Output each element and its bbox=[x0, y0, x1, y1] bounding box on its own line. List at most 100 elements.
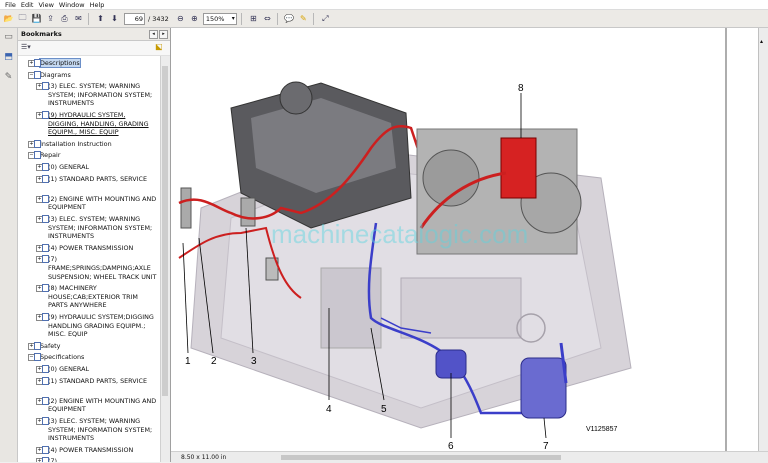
bookmark-page-icon bbox=[42, 163, 49, 171]
bookmark-label: Installation Instruction bbox=[40, 139, 112, 148]
fit-page-icon[interactable]: ⊞ bbox=[248, 13, 259, 24]
new-bookmark-icon[interactable]: ⬕ bbox=[155, 42, 163, 51]
open-folder-icon[interactable]: 🗀 bbox=[17, 13, 28, 24]
email-icon[interactable]: ✉ bbox=[73, 13, 84, 24]
next-page-icon[interactable]: ⬇ bbox=[109, 13, 120, 24]
bookmark-label: (7) FRAME;SPRINGS;DAMPING;AXLE SUSPENSIO… bbox=[48, 255, 157, 281]
bookmark-item[interactable]: + (3) ELEC. SYSTEM; WARNING SYSTEM; INFOR… bbox=[36, 215, 157, 241]
collapse-panel-icon[interactable]: ◂ bbox=[149, 30, 158, 39]
bookmarks-scrollbar[interactable] bbox=[160, 56, 170, 462]
bookmarks-icon[interactable]: ⬒ bbox=[3, 52, 14, 63]
menu-file[interactable]: File bbox=[5, 1, 16, 9]
bookmark-item[interactable]: − Diagrams bbox=[28, 70, 157, 80]
menu-help[interactable]: Help bbox=[90, 1, 105, 9]
document-scrollbar[interactable]: ▴ bbox=[758, 28, 768, 451]
page-number-input[interactable]: 69 bbox=[124, 12, 145, 25]
bookmark-page-icon bbox=[42, 313, 49, 321]
page-count: / 3432 bbox=[148, 14, 169, 23]
comment-icon[interactable]: 💬 bbox=[284, 13, 295, 24]
bookmark-label: Specifications bbox=[40, 353, 85, 362]
bookmark-item[interactable]: + (8) MACHINERY HOUSE;CAB;EXTERIOR TRIM P… bbox=[36, 284, 157, 310]
menu-view[interactable]: View bbox=[38, 1, 53, 9]
bookmark-item[interactable]: + (4) POWER TRANSMISSION bbox=[36, 445, 157, 455]
bookmark-item[interactable]: + Descriptions bbox=[28, 58, 157, 68]
open-icon[interactable]: 📂 bbox=[3, 13, 14, 24]
bookmark-page-icon bbox=[42, 82, 49, 91]
bookmark-page-icon bbox=[42, 243, 49, 252]
bookmark-item[interactable]: + (1) STANDARD PARTS, SERVICE bbox=[36, 376, 157, 386]
print-icon[interactable]: ⎙ bbox=[59, 13, 70, 24]
toolbar-divider bbox=[312, 12, 314, 25]
bookmark-item[interactable]: + (0) GENERAL bbox=[36, 163, 157, 172]
menu-window[interactable]: Window bbox=[59, 1, 85, 9]
horizontal-scroll-thumb[interactable] bbox=[281, 455, 561, 460]
bookmarks-header: Bookmarks ◂ ▸ bbox=[18, 28, 170, 41]
bookmark-item[interactable]: + (1) STANDARD PARTS, SERVICE bbox=[36, 174, 157, 184]
bookmark-item[interactable]: + (0) GENERAL bbox=[36, 365, 157, 374]
zoom-value: 150% bbox=[205, 14, 225, 23]
fit-width-icon[interactable]: ⇔ bbox=[262, 13, 273, 24]
zoom-out-icon[interactable]: ⊖ bbox=[175, 13, 186, 24]
callout-4: 4 bbox=[326, 404, 332, 415]
watermark: machinecatalogic.com bbox=[271, 219, 528, 249]
bookmark-item[interactable]: + Safety bbox=[28, 341, 157, 351]
bookmark-label: (9) HYDRAULIC SYSTEM, DIGGING, HANDLING,… bbox=[48, 111, 149, 137]
bookmark-item[interactable]: + (9) HYDRAULIC SYSTEM, DIGGING, HANDLING… bbox=[36, 111, 157, 137]
scroll-up-arrow[interactable]: ▴ bbox=[760, 38, 763, 45]
bookmark-page-icon bbox=[42, 215, 49, 223]
bookmark-page-icon bbox=[34, 70, 41, 79]
pages-icon[interactable]: ▭ bbox=[3, 32, 14, 43]
callout-2: 2 bbox=[211, 356, 217, 367]
bookmark-label: Diagrams bbox=[40, 70, 71, 79]
bookmark-label: (4) POWER TRANSMISSION bbox=[48, 445, 134, 454]
scroll-thumb[interactable] bbox=[162, 66, 168, 396]
bookmark-item[interactable]: +(7) FRAME;SPRINGS;DAMPING;AXLE SUSPENSI… bbox=[36, 457, 157, 462]
callout-5: 5 bbox=[381, 404, 387, 415]
machine-diagram: 1 2 3 4 5 6 7 8 V1125857 machinecatalogi… bbox=[178, 28, 727, 451]
pdf-page: 1 2 3 4 5 6 7 8 V1125857 machinecatalogi… bbox=[171, 28, 758, 451]
menu-edit[interactable]: Edit bbox=[21, 1, 34, 9]
bookmark-label: (2) ENGINE WITH MOUNTING AND EQUIPMENT bbox=[48, 194, 157, 212]
bookmark-item[interactable]: − Repair bbox=[28, 151, 157, 160]
document-view: 1 2 3 4 5 6 7 8 V1125857 machinecatalogi… bbox=[171, 28, 768, 462]
bookmark-item[interactable]: + (2) ENGINE WITH MOUNTING AND EQUIPMENT bbox=[36, 194, 157, 212]
bookmark-page-icon bbox=[34, 353, 41, 362]
toolbar-divider bbox=[276, 12, 278, 25]
bookmark-page-icon bbox=[42, 284, 49, 293]
bookmark-page-icon bbox=[34, 59, 41, 67]
save-icon[interactable]: 💾 bbox=[31, 13, 42, 24]
bookmark-label: (3) ELEC. SYSTEM; WARNING SYSTEM; INFORM… bbox=[48, 215, 153, 241]
expand-panel-icon[interactable]: ▸ bbox=[159, 30, 168, 39]
attachments-icon[interactable]: ✎ bbox=[3, 72, 14, 83]
callout-8: 8 bbox=[518, 83, 524, 94]
page-size: 8.50 x 11.00 in bbox=[181, 454, 227, 461]
expand-icon[interactable]: ⤢ bbox=[320, 13, 331, 24]
bookmark-item[interactable]: + Installation Instruction bbox=[28, 139, 157, 149]
bookmark-item[interactable]: + (2) ENGINE WITH MOUNTING AND EQUIPMENT bbox=[36, 396, 157, 414]
bookmark-item[interactable]: + (9) HYDRAULIC SYSTEM;DIGGING HANDLING G… bbox=[36, 313, 157, 339]
leader-1 bbox=[182, 242, 189, 354]
bookmark-item[interactable]: + (4) POWER TRANSMISSION bbox=[36, 243, 157, 253]
filter-left bbox=[180, 187, 192, 229]
bookmark-label: (9) HYDRAULIC SYSTEM;DIGGING HANDLING GR… bbox=[48, 313, 154, 339]
bookmark-page-icon bbox=[42, 111, 49, 119]
highlight-icon[interactable]: ✎ bbox=[298, 13, 309, 24]
bookmark-item[interactable]: + (3) ELEC. SYSTEM; WARNING SYSTEM; INFOR… bbox=[36, 417, 157, 443]
bookmark-label: (1) STANDARD PARTS, SERVICE bbox=[48, 376, 148, 385]
menu-bar: File Edit View Window Help bbox=[0, 0, 768, 10]
options-icon[interactable]: ☰▾ bbox=[21, 43, 31, 51]
bookmark-label: (2) ENGINE WITH MOUNTING AND EQUIPMENT bbox=[48, 396, 157, 414]
bookmark-item[interactable]: +(7) FRAME;SPRINGS;DAMPING;AXLE SUSPENSI… bbox=[36, 255, 157, 281]
inset-red-pump bbox=[500, 137, 537, 199]
callout-1: 1 bbox=[185, 356, 191, 367]
bookmark-page-icon bbox=[42, 194, 49, 203]
bookmark-label: (1) STANDARD PARTS, SERVICE bbox=[48, 174, 148, 183]
bookmark-item[interactable]: − Specifications bbox=[28, 353, 157, 362]
bookmark-item[interactable]: + (3) ELEC. SYSTEM; WARNING SYSTEM; INFOR… bbox=[36, 82, 157, 108]
zoom-select[interactable]: 150% ▾ bbox=[202, 12, 237, 25]
export-icon[interactable]: ⇪ bbox=[45, 13, 56, 24]
prev-page-icon[interactable]: ⬆ bbox=[95, 13, 106, 24]
callout-6: 6 bbox=[448, 441, 454, 451]
zoom-in-icon[interactable]: ⊕ bbox=[189, 13, 200, 24]
toolbar-divider bbox=[88, 12, 89, 25]
